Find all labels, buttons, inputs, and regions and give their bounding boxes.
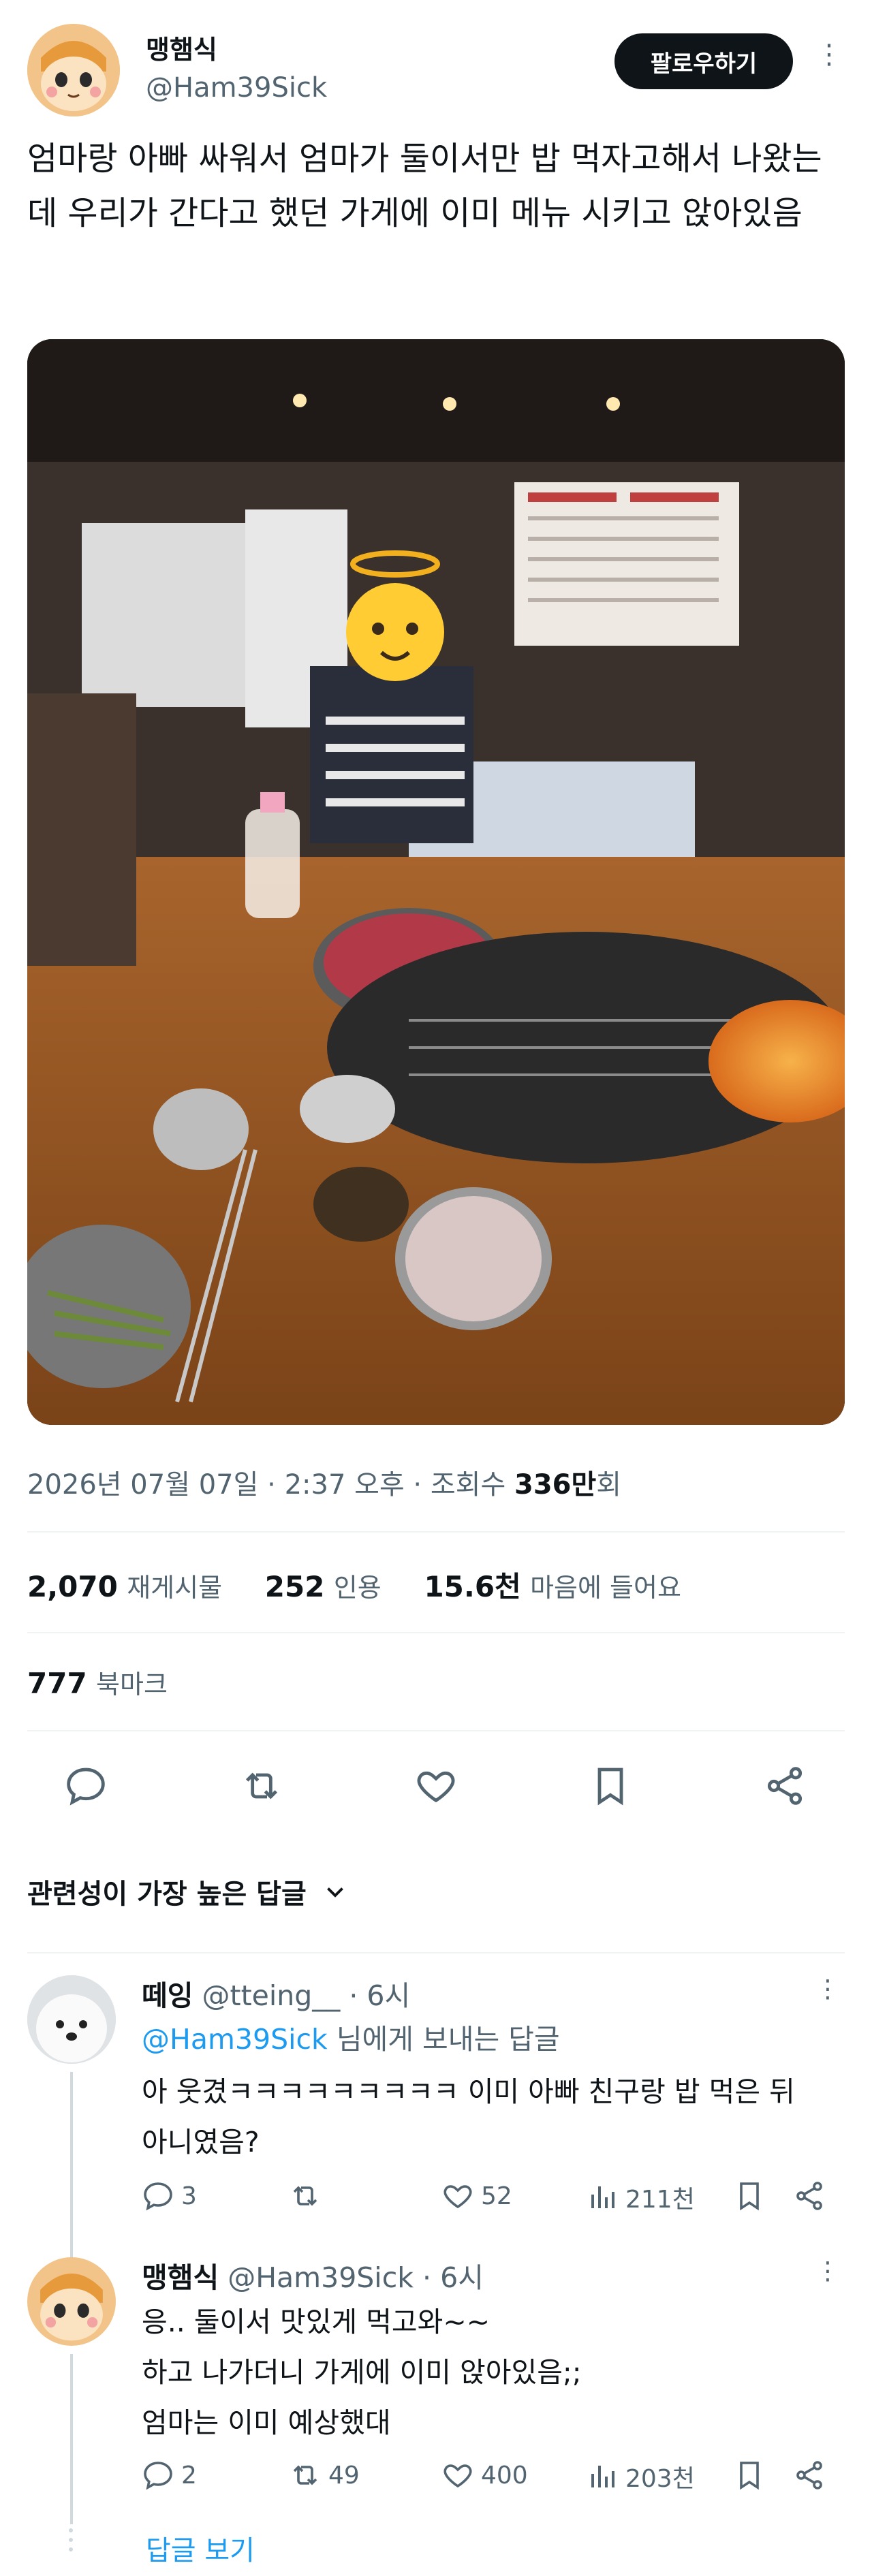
- share-icon[interactable]: [758, 1759, 812, 1813]
- reply-sort-dropdown[interactable]: 관련성이 가장 높은 답글: [27, 1872, 347, 1911]
- reply-avatar[interactable]: [27, 2257, 116, 2346]
- reply-header: 떼잉 @tteing__ · 6시: [142, 1973, 410, 2013]
- follow-button[interactable]: 팔로우하기: [614, 33, 793, 89]
- reply-author-name[interactable]: 떼잉: [142, 1979, 193, 2012]
- reply-text-line: 엄마는 이미 예상했대: [142, 2406, 391, 2439]
- bookmark-icon[interactable]: [733, 2459, 766, 2494]
- reply-text-line: 하고 나가더니 가게에 이미 앉아있음;;: [142, 2356, 582, 2389]
- reply-time[interactable]: · 6시: [349, 1979, 410, 2012]
- tweet-text: 엄마랑 아빠 싸워서 엄마가 둘이서만 밥 먹자고해서 나왔는데 우리가 간다고…: [27, 140, 822, 232]
- author-name[interactable]: 맹햄식: [146, 29, 217, 66]
- reply-sort-label: 관련성이 가장 높은 답글: [27, 1879, 307, 1910]
- divider: [27, 1632, 845, 1633]
- more-options-icon[interactable]: ⋮: [815, 2257, 840, 2285]
- reply-text-line: 응.. 둘이서 맛있게 먹고와~~: [142, 2306, 490, 2338]
- chevron-down-icon: [326, 1887, 343, 1898]
- engagement-stats: 2,070 재게시물 252 인용 15.6천 마음에 들어요: [27, 1564, 681, 1605]
- bookmark-icon[interactable]: [733, 2180, 766, 2215]
- reply-text-line: 아니였음?: [142, 2126, 260, 2158]
- divider: [27, 1531, 845, 1533]
- reply-like-count[interactable]: 400: [441, 2459, 528, 2492]
- show-replies-link[interactable]: 답글 보기: [146, 2528, 255, 2568]
- divider: [27, 1730, 845, 1731]
- reply-comment-count[interactable]: 2: [142, 2459, 197, 2492]
- reply-like-count[interactable]: 52: [441, 2180, 512, 2212]
- retweet-icon[interactable]: [234, 1759, 289, 1813]
- thread-line: [70, 2354, 73, 2524]
- reply-view-count[interactable]: 211천: [586, 2180, 695, 2215]
- views-count: 336만: [514, 1469, 597, 1501]
- bookmark-icon[interactable]: [583, 1759, 638, 1813]
- divider: [27, 1952, 845, 1953]
- like-icon[interactable]: [409, 1759, 463, 1813]
- reply-retweet-count[interactable]: 49: [289, 2459, 360, 2492]
- thread-line: [70, 2072, 73, 2264]
- tweet-timestamp[interactable]: 2026년 07월 07일 · 2:37 오후 · 조회수: [27, 1469, 505, 1501]
- reply-time[interactable]: · 6시: [422, 2261, 484, 2294]
- reply-author-handle[interactable]: @tteing__: [202, 1979, 341, 2012]
- reply-view-count[interactable]: 203천: [586, 2459, 695, 2494]
- share-icon[interactable]: [793, 2459, 826, 2494]
- reply-text-line: 아 웃겼ㅋㅋㅋㅋㅋㅋㅋㅋㅋ 이미 아빠 친구랑 밥 먹은 뒤: [142, 2075, 795, 2108]
- tweet-meta: 2026년 07월 07일 · 2:37 오후 · 조회수 336만회: [27, 1462, 621, 1502]
- share-icon[interactable]: [793, 2180, 826, 2215]
- bookmarks-stat[interactable]: 777 북마크: [27, 1663, 168, 1701]
- reply-author-handle[interactable]: @Ham39Sick: [228, 2261, 414, 2294]
- reply-author-name[interactable]: 맹햄식: [142, 2261, 219, 2294]
- reply-comment-count[interactable]: 3: [142, 2180, 197, 2212]
- more-options-icon[interactable]: ⋮: [815, 1975, 840, 2003]
- thread-dots: [61, 2528, 80, 2551]
- author-avatar[interactable]: [27, 24, 120, 116]
- retweets-stat[interactable]: 2,070 재게시물: [27, 1570, 222, 1603]
- reply-retweet-count[interactable]: [289, 2180, 328, 2212]
- more-options-icon[interactable]: ⋮: [815, 41, 843, 68]
- replying-to-handle[interactable]: @Ham39Sick: [142, 2023, 328, 2056]
- tweet-photo[interactable]: [27, 339, 845, 1425]
- views-unit: 회: [596, 1469, 622, 1501]
- replying-to: @Ham39Sick 님에게 보내는 답글: [142, 2023, 560, 2056]
- reply-icon[interactable]: [59, 1759, 113, 1813]
- author-handle[interactable]: @Ham39Sick: [146, 72, 327, 104]
- likes-stat[interactable]: 15.6천 마음에 들어요: [424, 1570, 681, 1603]
- quotes-stat[interactable]: 252 인용: [265, 1570, 382, 1603]
- reply-avatar[interactable]: [27, 1975, 116, 2064]
- reply-header: 맹햄식 @Ham39Sick · 6시: [142, 2255, 484, 2295]
